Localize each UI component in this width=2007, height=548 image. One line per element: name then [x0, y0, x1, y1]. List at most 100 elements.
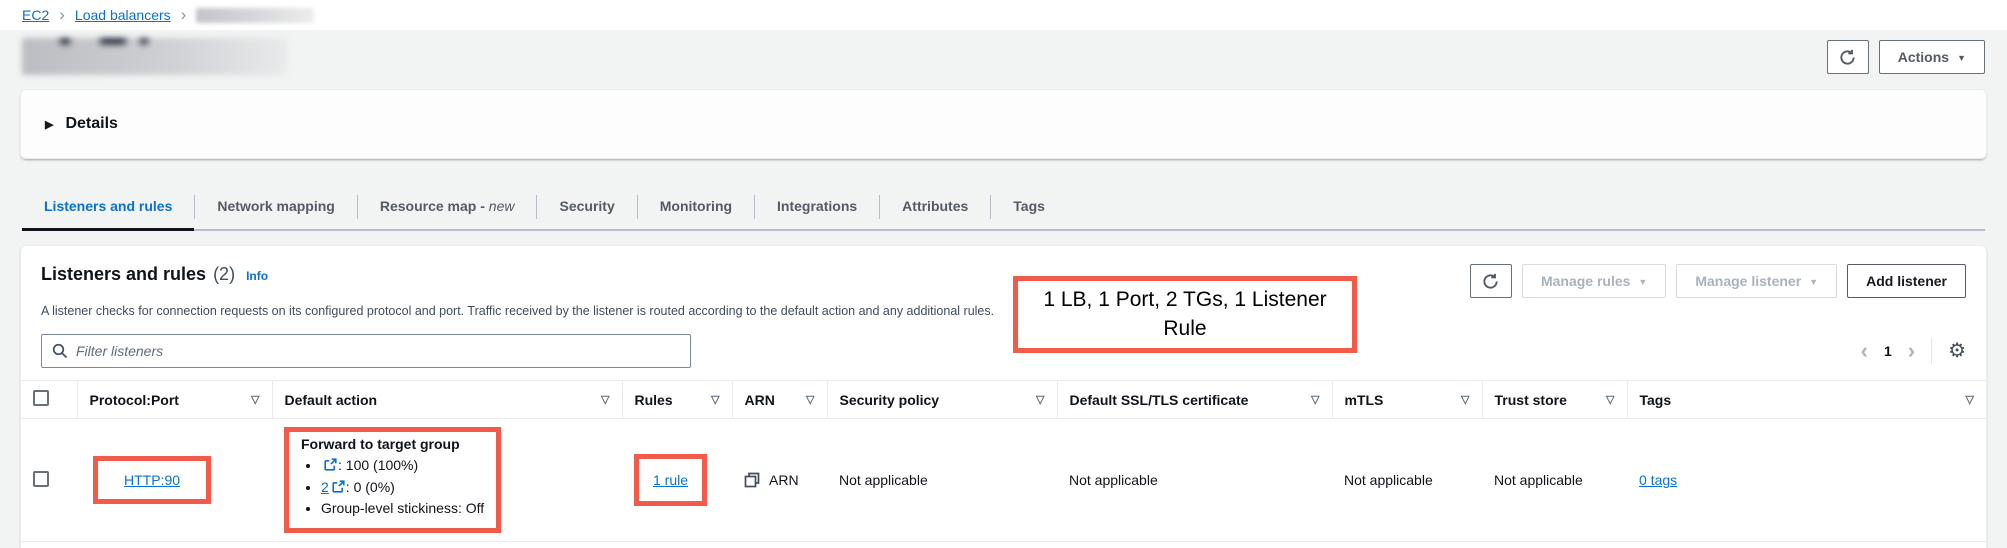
listener-protocol-port-link[interactable]: HTTP:90 [124, 472, 180, 488]
next-page-icon[interactable]: › [1908, 340, 1915, 362]
column-header-protocol-port[interactable]: Protocol:Port▽ [77, 381, 272, 419]
manage-listener-button[interactable]: Manage listener ▼ [1676, 264, 1837, 298]
listeners-table: Protocol:Port▽ Default action▽ Rules▽ AR… [21, 380, 1986, 542]
sort-icon: ▽ [1036, 393, 1044, 406]
annotation-note-text: 1 LB, 1 Port, 2 TGs, 1 Listener Rule [1040, 286, 1330, 343]
sort-icon: ▽ [1311, 393, 1319, 406]
stickiness-item: Group-level stickiness: Off [321, 498, 484, 520]
target-group-link-tail[interactable]: 2 [321, 479, 329, 495]
security-policy-value: Not applicable [827, 419, 1057, 542]
column-label: Default SSL/TLS certificate [1070, 392, 1249, 408]
breadcrumb: EC2 › Load balancers › [0, 0, 2007, 30]
breadcrumb-current-redacted [196, 8, 314, 23]
tab-security[interactable]: Security [537, 185, 636, 229]
external-link-icon [324, 458, 337, 471]
actions-button[interactable]: Actions ▼ [1879, 40, 1985, 74]
annotation-box-protocol: HTTP:90 [93, 456, 211, 504]
column-header-mtls[interactable]: mTLS ▽ [1332, 381, 1482, 419]
refresh-icon [1482, 273, 1499, 290]
pagination-divider [1931, 338, 1932, 364]
tab-listeners-and-rules[interactable]: Listeners and rules [22, 185, 194, 229]
sort-icon: ▽ [1461, 393, 1469, 406]
caret-right-icon: ▶ [45, 118, 53, 131]
page-header: Actions ▼ [0, 30, 2007, 75]
tags-link[interactable]: 0 tags [1639, 472, 1677, 488]
sort-icon: ▽ [1966, 393, 1974, 406]
select-all-checkbox[interactable] [33, 390, 49, 406]
table-header-row: Protocol:Port▽ Default action▽ Rules▽ AR… [21, 381, 1986, 419]
copy-icon[interactable] [744, 472, 760, 488]
current-page-number[interactable]: 1 [1884, 343, 1892, 359]
caret-down-icon: ▼ [1957, 53, 1966, 63]
external-link-icon [332, 480, 345, 493]
column-header-tags[interactable]: Tags ▽ [1627, 381, 1986, 419]
filter-listeners-box [41, 334, 691, 368]
listeners-panel: Listeners and rules (2) Info Manage rule… [20, 245, 1987, 548]
tab-tags[interactable]: Tags [991, 185, 1067, 229]
filter-listeners-input[interactable] [76, 343, 680, 359]
column-label: Rules [635, 392, 673, 408]
tab-integrations[interactable]: Integrations [755, 185, 879, 229]
column-header-rules[interactable]: Rules ▽ [622, 381, 732, 419]
listener-row: HTTP:90 Forward to target group : 100 (1… [21, 419, 1986, 542]
table-refresh-button[interactable] [1470, 264, 1512, 298]
tab-attributes[interactable]: Attributes [880, 185, 990, 229]
column-header-arn[interactable]: ARN▽ [732, 381, 827, 419]
annotation-note: 1 LB, 1 Port, 2 TGs, 1 Listener Rule [1013, 276, 1357, 353]
panel-title: Listeners and rules [41, 264, 206, 285]
header-select-all [21, 381, 77, 419]
target-group-item: 2 : 0 (0%) [321, 477, 484, 499]
column-label: ARN [745, 392, 775, 408]
column-label: mTLS [1345, 392, 1384, 408]
column-label: Security policy [840, 392, 940, 408]
details-label: Details [65, 115, 117, 133]
sort-icon: ▽ [711, 393, 719, 406]
trust-store-value: Not applicable [1482, 419, 1627, 542]
column-header-default-action[interactable]: Default action ▽ [272, 381, 622, 419]
column-label: Tags [1640, 392, 1672, 408]
page-title-redacted [22, 38, 287, 75]
tab-resource-map[interactable]: Resource map - new [358, 185, 537, 229]
target-group-weight: : 0 (0%) [346, 479, 395, 495]
manage-rules-label: Manage rules [1541, 273, 1630, 289]
caret-down-icon: ▼ [1638, 277, 1647, 287]
column-header-security-policy[interactable]: Security policy ▽ [827, 381, 1057, 419]
annotation-box-rules: 1 rule [634, 454, 707, 506]
row-checkbox[interactable] [33, 471, 49, 487]
annotation-box-default-action: Forward to target group : 100 (100%) 2 : … [284, 427, 501, 533]
search-icon [52, 343, 68, 359]
column-header-trust-store[interactable]: Trust store ▽ [1482, 381, 1627, 419]
panel-description: A listener checks for connection request… [21, 298, 1021, 318]
details-expander[interactable]: ▶ Details [45, 115, 1962, 133]
add-listener-button[interactable]: Add listener [1847, 264, 1966, 298]
pagination: ‹ 1 › ⚙ [1861, 338, 1966, 364]
column-label: Protocol:Port [90, 392, 179, 408]
sort-icon: ▽ [1606, 393, 1614, 406]
page-refresh-button[interactable] [1827, 40, 1869, 74]
breadcrumb-separator-icon: › [59, 6, 65, 23]
breadcrumb-link-load-balancers[interactable]: Load balancers [75, 7, 171, 23]
actions-button-label: Actions [1898, 49, 1949, 65]
breadcrumb-link-ec2[interactable]: EC2 [22, 7, 49, 23]
default-action-title: Forward to target group [301, 436, 484, 452]
tab-network-mapping[interactable]: Network mapping [195, 185, 356, 229]
column-header-ssl-certificate[interactable]: Default SSL/TLS certificate ▽ [1057, 381, 1332, 419]
rules-link[interactable]: 1 rule [653, 472, 688, 488]
listener-count: (2) [213, 264, 235, 285]
previous-page-icon[interactable]: ‹ [1861, 340, 1868, 362]
table-settings-gear-icon[interactable]: ⚙ [1948, 341, 1966, 361]
manage-rules-button[interactable]: Manage rules ▼ [1522, 264, 1666, 298]
sort-icon: ▽ [601, 393, 609, 406]
column-label: Default action [285, 392, 378, 408]
target-group-item: : 100 (100%) [321, 455, 484, 477]
tab-monitoring[interactable]: Monitoring [638, 185, 754, 229]
details-panel: ▶ Details [20, 89, 1987, 159]
breadcrumb-separator-icon: › [181, 6, 187, 23]
ssl-certificate-value: Not applicable [1057, 419, 1332, 542]
tab-bar: Listeners and rules Network mapping Reso… [22, 185, 1985, 231]
tab-resource-map-new-badge: new [489, 198, 515, 214]
column-label: Trust store [1495, 392, 1567, 408]
mtls-value: Not applicable [1332, 419, 1482, 542]
caret-down-icon: ▼ [1809, 277, 1818, 287]
info-link[interactable]: Info [246, 269, 268, 283]
